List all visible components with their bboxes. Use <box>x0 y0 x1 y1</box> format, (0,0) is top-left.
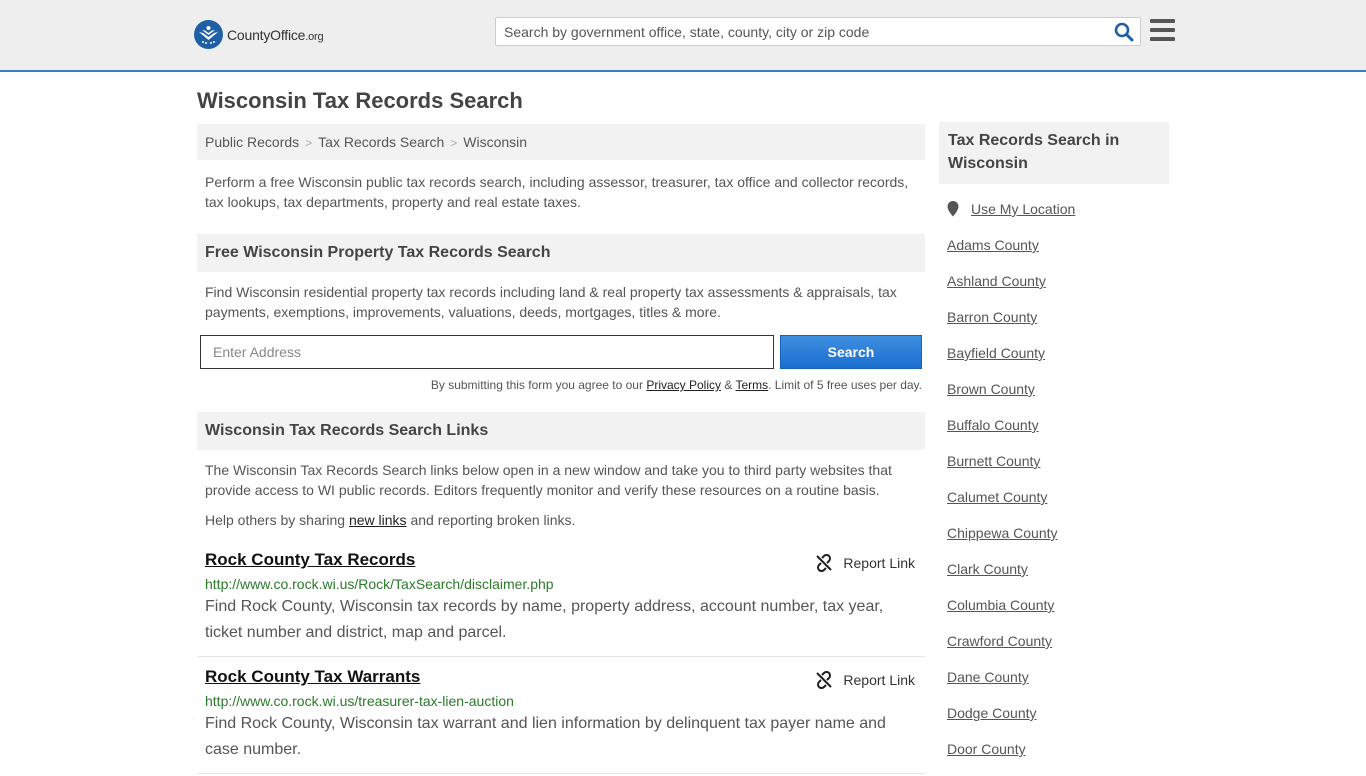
report-link-label: Report Link <box>843 555 915 571</box>
new-links-link[interactable]: new links <box>349 512 407 528</box>
breadcrumb-separator: > <box>450 136 458 150</box>
use-location-row: Use My Location <box>947 200 1169 236</box>
link-title[interactable]: Rock County Tax Warrants <box>205 667 420 686</box>
sidebar-item-dane-county[interactable]: Dane County <box>947 668 1169 704</box>
main-content: Public Records > Tax Records Search > Wiscon… <box>197 124 925 774</box>
breadcrumb-wisconsin: Wisconsin <box>463 134 528 150</box>
disclaimer-amp: & <box>721 378 736 392</box>
sidebar-item-columbia-county[interactable]: Columbia County <box>947 596 1169 632</box>
address-search-button[interactable]: Search <box>780 335 922 369</box>
breadcrumb-public-records[interactable]: Public Records <box>205 134 299 150</box>
disclaimer-text: By submitting this form you agree to our <box>430 378 647 392</box>
site-search-input[interactable] <box>496 18 1096 45</box>
sidebar-item-calumet-county[interactable]: Calumet County <box>947 488 1169 524</box>
help-text-post: and reporting broken links. <box>406 512 576 528</box>
report-link-label: Report Link <box>843 672 915 688</box>
report-link-button[interactable]: Report Link <box>815 554 915 572</box>
sidebar-item-burnett-county[interactable]: Burnett County <box>947 452 1169 488</box>
use-my-location-link[interactable]: Use My Location <box>971 200 1075 236</box>
logo-emblem-icon <box>194 20 223 49</box>
intro-text: Perform a free Wisconsin public tax reco… <box>205 174 909 210</box>
sidebar-item-ashland-county[interactable]: Ashland County <box>947 272 1169 308</box>
link-url: http://www.co.rock.wi.us/Rock/TaxSearch/… <box>205 576 554 592</box>
location-pin-icon <box>947 201 959 217</box>
link-url: http://www.co.rock.wi.us/treasurer-tax-l… <box>205 693 514 709</box>
list-item: Rock County Tax Records Report Link http… <box>197 540 925 657</box>
sidebar-item-door-county[interactable]: Door County <box>947 740 1169 776</box>
site-logo[interactable]: CountyOffice.org <box>194 20 324 49</box>
logo-text: CountyOffice.org <box>227 26 324 43</box>
link-title[interactable]: Rock County Tax Records <box>205 550 415 569</box>
disclaimer-limit-text: . Limit of 5 free uses per day. <box>768 378 922 392</box>
hamburger-menu-icon[interactable] <box>1150 19 1175 41</box>
county-list: Use My Location Adams County Ashland Cou… <box>939 200 1169 776</box>
property-search-heading: Free Wisconsin Property Tax Records Sear… <box>197 234 925 272</box>
sidebar-item-dodge-county[interactable]: Dodge County <box>947 704 1169 740</box>
property-search-text: Find Wisconsin residential property tax … <box>205 284 897 320</box>
sidebar: Tax Records Search in Wisconsin Use My L… <box>939 122 1169 776</box>
sidebar-item-brown-county[interactable]: Brown County <box>947 380 1169 416</box>
sidebar-item-adams-county[interactable]: Adams County <box>947 236 1169 272</box>
sidebar-item-barron-county[interactable]: Barron County <box>947 308 1169 344</box>
privacy-policy-link[interactable]: Privacy Policy <box>646 378 721 392</box>
sidebar-item-chippewa-county[interactable]: Chippewa County <box>947 524 1169 560</box>
logo-tld: .org <box>305 30 324 43</box>
logo-brand: CountyOffice <box>227 26 306 43</box>
sidebar-item-clark-county[interactable]: Clark County <box>947 560 1169 596</box>
links-section: Wisconsin Tax Records Search Links The W… <box>197 412 925 774</box>
sidebar-item-bayfield-county[interactable]: Bayfield County <box>947 344 1169 380</box>
links-heading: Wisconsin Tax Records Search Links <box>197 412 925 450</box>
address-search-form: Search <box>197 335 925 369</box>
site-search <box>495 17 1141 46</box>
page-title: Wisconsin Tax Records Search <box>197 88 523 113</box>
links-intro-text: The Wisconsin Tax Records Search links b… <box>205 462 892 498</box>
list-item: Rock County Tax Warrants Report Link htt… <box>197 657 925 774</box>
sidebar-item-buffalo-county[interactable]: Buffalo County <box>947 416 1169 452</box>
link-description: Find Rock County, Wisconsin tax records … <box>205 598 884 641</box>
site-header: CountyOffice.org <box>0 0 1366 72</box>
property-search-section: Free Wisconsin Property Tax Records Sear… <box>197 234 925 392</box>
broken-link-icon <box>816 554 833 572</box>
breadcrumb-tax-records-search[interactable]: Tax Records Search <box>318 134 444 150</box>
search-icon[interactable] <box>1114 22 1134 42</box>
breadcrumb-separator: > <box>305 136 313 150</box>
sidebar-item-crawford-county[interactable]: Crawford County <box>947 632 1169 668</box>
link-description: Find Rock County, Wisconsin tax warrant … <box>205 715 886 758</box>
sidebar-heading: Tax Records Search in Wisconsin <box>939 122 1169 184</box>
terms-link[interactable]: Terms <box>735 378 768 392</box>
help-text-pre: Help others by sharing <box>205 512 349 528</box>
help-text: Help others by sharing new links and rep… <box>197 500 925 530</box>
broken-link-icon <box>816 671 833 689</box>
address-input[interactable] <box>200 335 774 369</box>
form-disclaimer: By submitting this form you agree to our… <box>197 378 925 392</box>
breadcrumb: Public Records > Tax Records Search > Wiscon… <box>197 124 925 160</box>
report-link-button[interactable]: Report Link <box>815 671 915 689</box>
